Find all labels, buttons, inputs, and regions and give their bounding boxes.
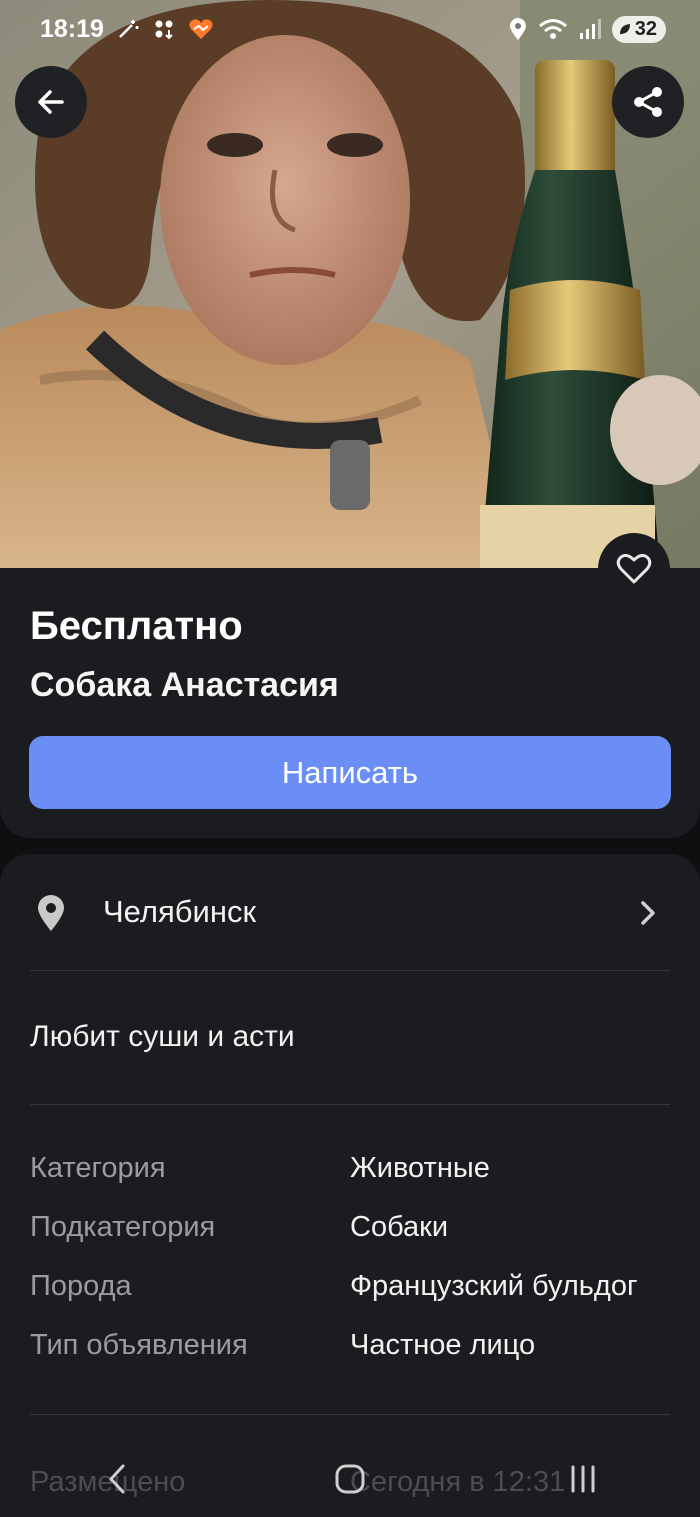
property-key: Подкатегория [30,1211,216,1243]
nav-home-icon [335,1464,365,1493]
property-key: Порода [30,1270,132,1302]
nav-back-button[interactable] [67,1449,167,1509]
property-row: Категория Животные [30,1152,690,1211]
battery-indicator: 32 [611,15,666,43]
city-name: Челябинск [103,894,257,929]
listing-description: Любит суши и асти [30,1020,295,1053]
signal-icon [578,17,602,41]
listing-page: 18:19 32 Бесплатно Собака Анастасия Напи… [0,0,700,1517]
nav-recents-button[interactable] [533,1449,633,1509]
location-row[interactable]: Челябинск [0,854,700,970]
status-time: 18:19 [40,14,104,43]
status-bar: 18:19 32 [0,0,700,58]
details-card: Челябинск Любит суши и асти Категория Жи… [0,854,700,1517]
nav-back-icon [109,1464,125,1493]
power-saving-icon [619,24,630,34]
heart-app-icon [188,17,214,41]
property-value: Французский бульдог [350,1270,638,1302]
chevron-right-icon [641,901,655,925]
listing-photo-image [0,0,700,568]
app-notification-icon [152,17,176,41]
property-row: Тип объявления Частное лицо [30,1329,690,1388]
property-value: Животные [350,1152,490,1184]
listing-title: Собака Анастасия [30,666,339,704]
property-row: Порода Французский бульдог [30,1270,690,1329]
property-row: Подкатегория Собаки [30,1211,690,1270]
divider [30,1104,670,1105]
share-button[interactable] [612,66,684,138]
back-button[interactable] [15,66,87,138]
price: Бесплатно [30,604,243,648]
property-value: Частное лицо [350,1329,536,1361]
properties-list: Категория Животные Подкатегория Собаки П… [30,1152,690,1388]
nav-recents-icon [571,1465,595,1492]
write-message-button[interactable]: Написать [29,736,671,809]
property-key: Категория [30,1152,166,1184]
property-value: Собаки [350,1211,449,1243]
heart-icon [616,553,652,584]
magic-wand-icon [116,17,140,41]
location-status-icon [508,17,528,41]
divider [30,970,670,971]
back-arrow-icon [38,90,64,114]
divider [30,1414,670,1415]
system-nav-bar [0,1440,700,1517]
listing-photo[interactable]: 18:19 32 [0,0,700,568]
favorite-button[interactable] [598,533,670,605]
price-card: Бесплатно Собака Анастасия Написать [0,568,700,838]
wifi-icon [538,17,568,41]
nav-home-button[interactable] [300,1449,400,1509]
property-key: Тип объявления [30,1329,248,1361]
location-pin-icon [38,895,64,931]
battery-level: 32 [634,17,657,40]
share-icon [634,87,662,117]
